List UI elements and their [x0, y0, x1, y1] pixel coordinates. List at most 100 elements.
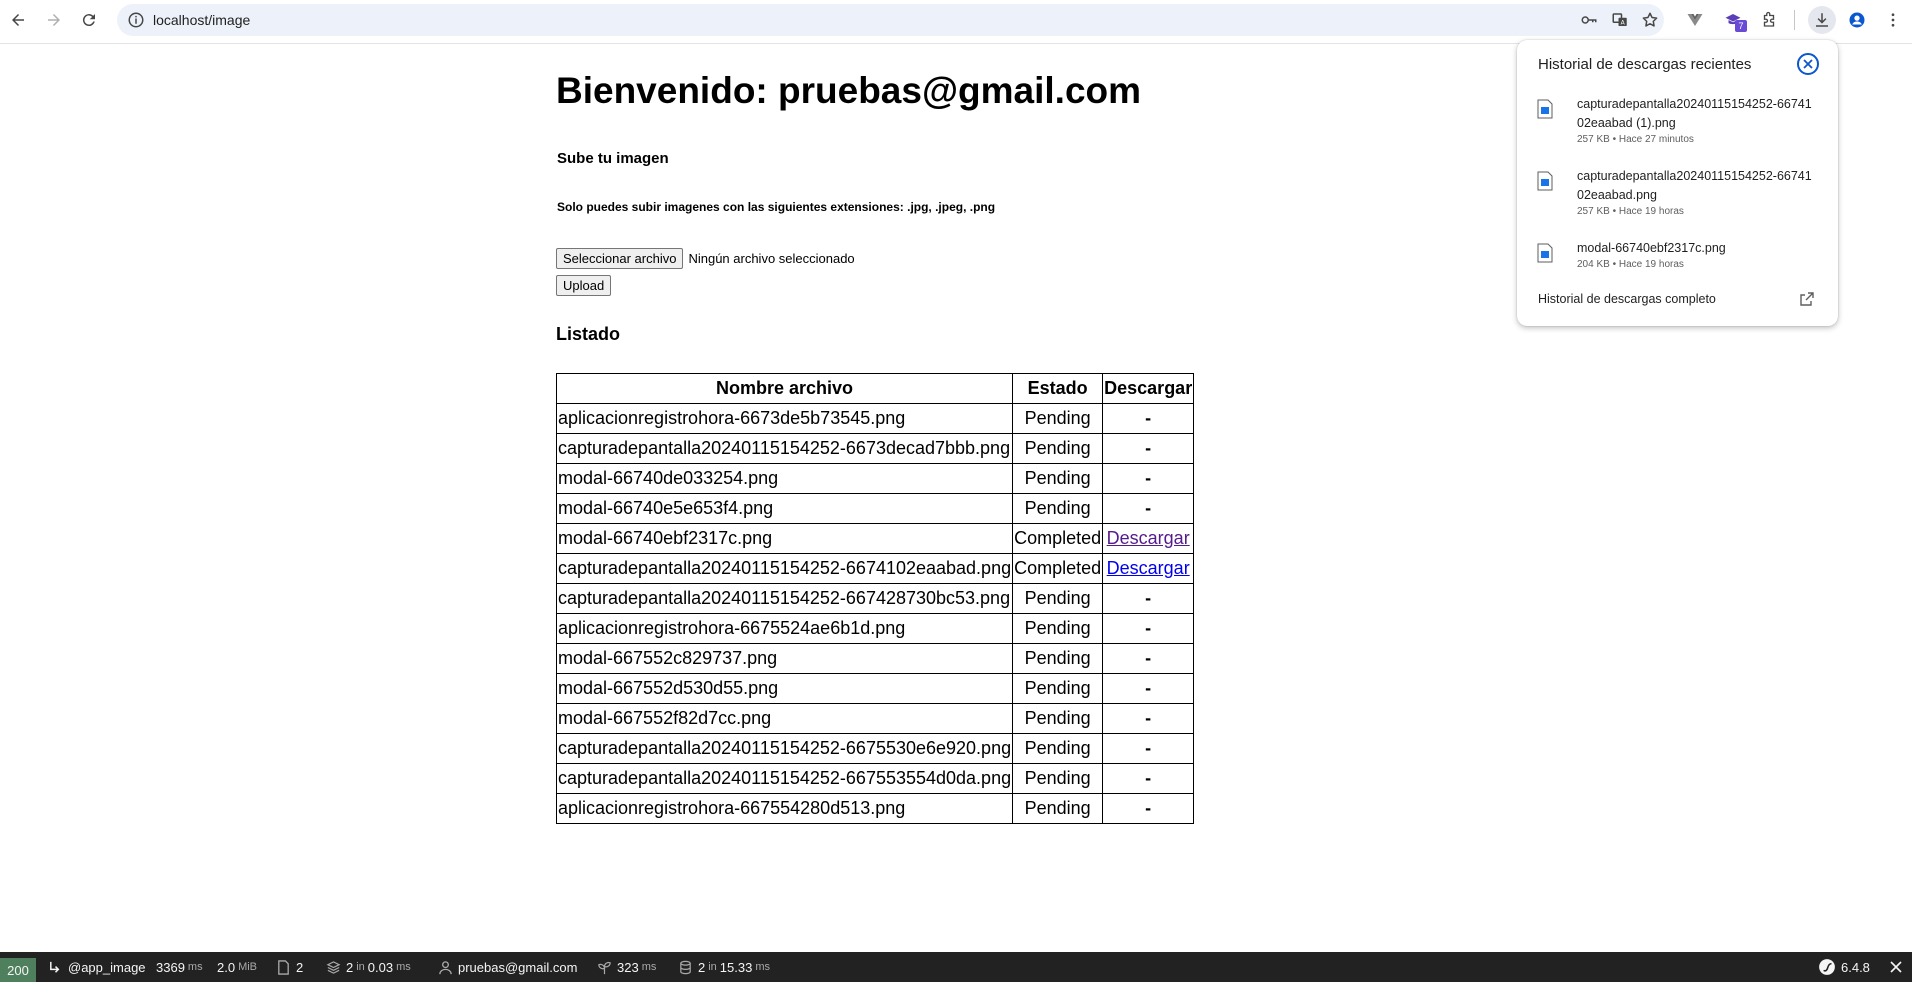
download-link[interactable]: Descargar [1107, 558, 1190, 578]
requests-item[interactable]: 2 [276, 952, 303, 982]
close-downloads-button[interactable] [1797, 53, 1819, 75]
download-cell: - [1102, 433, 1195, 464]
file-name-cell: modal-66740de033254.png [555, 463, 1014, 494]
download-cell: Descargar [1102, 553, 1195, 584]
download-file-name[interactable]: capturadepantalla20240115154252-6674102e… [1577, 167, 1817, 205]
twig-item[interactable]: 323 ms [597, 952, 656, 982]
user-icon [439, 960, 452, 974]
files-table: Nombre archivo Estado Descargar aplicaci… [555, 373, 1195, 824]
reload-button[interactable] [75, 6, 103, 34]
forward-button[interactable] [40, 6, 68, 34]
page-title: Bienvenido: pruebas@gmail.com [556, 70, 1142, 111]
table-header-row: Nombre archivo Estado Descargar [555, 373, 1195, 404]
download-cell: - [1102, 613, 1195, 644]
file-name-cell: capturadepantalla20240115154252-66755355… [555, 763, 1014, 794]
table-row: aplicacionregistrohora-6675524ae6b1d.png… [555, 613, 1195, 644]
download-file-name[interactable]: capturadepantalla20240115154252-6674102e… [1577, 95, 1817, 133]
extension-badge-button[interactable]: 7 [1719, 6, 1747, 34]
memory-item[interactable]: 2.0 MiB [217, 952, 257, 982]
requests-count: 2 [296, 959, 304, 975]
database-item[interactable]: 2 in 15.33 ms [678, 952, 770, 982]
file-name-cell: modal-667552d530d55.png [555, 673, 1014, 704]
column-header-status: Estado [1012, 373, 1104, 404]
user-item[interactable]: pruebas@gmail.com [438, 952, 577, 982]
symfony-version-item[interactable]: 6.4.8 [1818, 952, 1870, 982]
cache-item[interactable]: 2 in 0.03 ms [326, 952, 411, 982]
allowed-extensions-note: Solo puedes subir imagenes con las sigui… [557, 200, 996, 214]
profile-button[interactable] [1843, 6, 1871, 34]
db-unit: ms [755, 961, 771, 973]
table-row: capturadepantalla20240115154252-6675530e… [555, 733, 1195, 764]
downloads-button[interactable] [1808, 6, 1836, 34]
memory-unit: MiB [238, 961, 258, 973]
route-name: @app_image [68, 959, 146, 975]
upload-heading: Sube tu imagen [557, 150, 669, 167]
user-email: pruebas@gmail.com [458, 959, 578, 975]
db-query-count: 2 [698, 959, 706, 975]
avatar-icon [1849, 12, 1865, 28]
status-cell: Pending [1012, 463, 1104, 494]
memory-value: 2.0 [217, 959, 236, 975]
downloads-popup: Historial de descargas recientes captura… [1517, 40, 1838, 326]
key-icon[interactable] [1580, 11, 1598, 29]
table-row: capturadepantalla20240115154252-6673deca… [555, 433, 1195, 464]
status-cell: Pending [1012, 433, 1104, 464]
table-row: capturadepantalla20240115154252-66755355… [555, 763, 1195, 794]
cache-count: 2 [346, 959, 354, 975]
symfony-version: 6.4.8 [1841, 959, 1870, 975]
star-icon[interactable] [1641, 11, 1659, 29]
upload-button[interactable]: Upload [556, 275, 612, 296]
back-button[interactable] [4, 6, 32, 34]
download-cell: - [1102, 703, 1195, 734]
download-file-name[interactable]: modal-66740ebf2317c.png [1577, 239, 1817, 258]
file-name-cell: modal-66740ebf2317c.png [555, 523, 1014, 554]
arrow-right-icon [48, 14, 60, 26]
db-time: 15.33 [719, 959, 753, 975]
download-link[interactable]: Descargar [1107, 528, 1190, 548]
status-cell: Pending [1012, 583, 1104, 614]
table-row: modal-667552c829737.png Pending - [555, 643, 1195, 674]
twig-unit: ms [641, 961, 657, 973]
download-cell: - [1102, 643, 1195, 674]
download-file-meta: 257 KB • Hace 19 horas [1577, 206, 1684, 217]
file-name-cell: capturadepantalla20240115154252-6673deca… [555, 433, 1014, 464]
status-code-badge[interactable]: 200 [0, 958, 36, 982]
address-bar[interactable]: localhost/image A [117, 4, 1664, 36]
download-item[interactable]: modal-66740ebf2317c.png 204 KB • Hace 19… [1537, 239, 1827, 273]
file-name-cell: aplicacionregistrohora-667554280d513.png [555, 793, 1014, 824]
twig-leaf-icon [598, 961, 611, 974]
site-info-icon[interactable] [127, 11, 145, 29]
symfony-debug-toolbar: 200 @app_image 3369 ms 2.0 MiB 2 2 in 0.03… [0, 952, 1912, 982]
url-text[interactable]: localhost/image [153, 12, 250, 28]
layers-icon [326, 960, 341, 974]
file-name-cell: modal-66740e5e653f4.png [555, 493, 1014, 524]
open-external-icon[interactable] [1799, 291, 1815, 307]
choose-file-button[interactable]: Seleccionar archivo [556, 248, 684, 269]
status-cell: Pending [1012, 763, 1104, 794]
image-file-icon [1537, 171, 1553, 191]
status-cell: Pending [1012, 733, 1104, 764]
extension-badge: 7 [1735, 20, 1747, 32]
puzzle-icon [1763, 11, 1775, 27]
extensions-button[interactable] [1755, 6, 1783, 34]
download-item[interactable]: capturadepantalla20240115154252-6674102e… [1537, 167, 1827, 217]
table-row: modal-66740de033254.png Pending - [555, 463, 1195, 494]
cache-in-label: in [356, 961, 365, 973]
download-item[interactable]: capturadepantalla20240115154252-6674102e… [1537, 95, 1827, 145]
file-input[interactable]: Seleccionar archivo Ningún archivo selec… [556, 248, 855, 269]
translate-icon[interactable]: A [1611, 11, 1629, 29]
browser-menu-button[interactable] [1879, 6, 1907, 34]
arrow-left-icon [12, 14, 24, 26]
toolbar-divider [1794, 10, 1795, 30]
status-cell: Pending [1012, 613, 1104, 644]
db-in-label: in [708, 961, 717, 973]
table-row: capturadepantalla20240115154252-6674102e… [555, 553, 1195, 584]
extension-vuejs-button[interactable] [1681, 6, 1709, 34]
vue-logo-icon [1687, 14, 1703, 26]
route-item[interactable]: @app_image [48, 952, 146, 982]
close-toolbar-button[interactable] [1890, 952, 1902, 982]
download-cell: Descargar [1102, 523, 1195, 554]
time-item[interactable]: 3369 ms [156, 952, 203, 982]
column-header-download: Descargar [1102, 373, 1195, 404]
full-download-history-link[interactable]: Historial de descargas completo [1538, 292, 1716, 306]
